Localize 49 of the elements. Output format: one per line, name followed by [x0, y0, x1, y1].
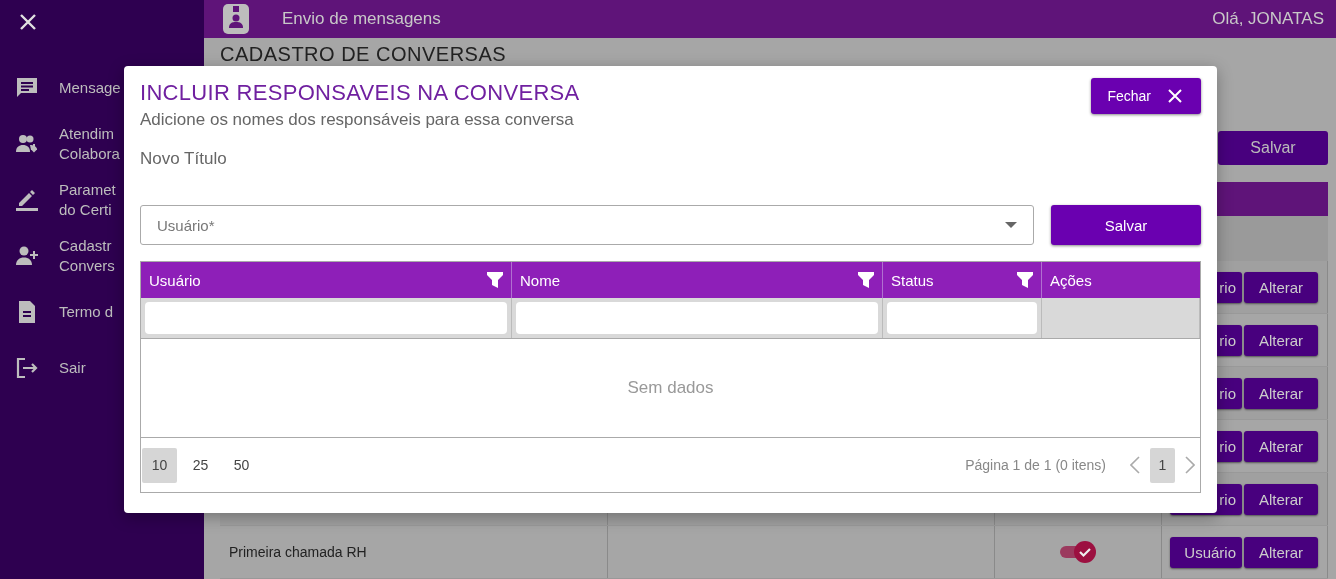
sidebar-item[interactable]: Atendim Colabora: [59, 124, 120, 164]
page-button[interactable]: 1: [1150, 447, 1175, 483]
empty-message: Sem dados: [627, 378, 714, 398]
pencil-icon: [15, 188, 39, 212]
page-title: CADASTRO DE CONVERSAS: [220, 43, 508, 65]
logout-icon: [15, 356, 39, 380]
close-icon: [1167, 88, 1183, 104]
row-action-button[interactable]: Alterar: [1244, 377, 1318, 409]
filter-field[interactable]: [145, 302, 507, 334]
close-icon[interactable]: [18, 12, 38, 32]
app-title: Envio de mensagens: [282, 9, 441, 29]
user-greeting: Olá, JONATAS: [1212, 9, 1324, 29]
column-header[interactable]: Nome: [520, 271, 560, 289]
filter-icon[interactable]: [1017, 272, 1033, 288]
row-action-button[interactable]: Alterar: [1244, 271, 1318, 303]
row-action-button[interactable]: Alterar: [1244, 430, 1318, 462]
save-button[interactable]: Salvar: [1218, 131, 1328, 165]
row-action-button[interactable]: Alterar: [1244, 483, 1318, 515]
sidebar-item[interactable]: Termo d: [59, 302, 114, 322]
row-action-button[interactable]: Usuário: [1170, 536, 1242, 568]
conversation-title: Novo Título: [140, 149, 228, 169]
filter-icon[interactable]: [858, 272, 874, 288]
page-size-option[interactable]: 50: [224, 447, 259, 483]
save-button[interactable]: Salvar: [1051, 205, 1201, 245]
sidebar-item[interactable]: Mensage: [59, 78, 121, 98]
filter-icon[interactable]: [487, 272, 503, 288]
sidebar-item[interactable]: Cadastr Convers: [59, 236, 115, 276]
dialog-subtitle: Adicione os nomes dos responsáveis para essa conversa: [140, 110, 575, 130]
sidebar-item[interactable]: Sair: [59, 358, 86, 378]
filter-field[interactable]: [516, 302, 878, 334]
page-size-option[interactable]: 25: [183, 447, 218, 483]
page-size-option[interactable]: 10: [142, 447, 177, 483]
table-cell: Primeira chamada RH: [229, 544, 367, 560]
column-header[interactable]: Ações: [1050, 271, 1092, 289]
column-header[interactable]: Usuário: [149, 271, 201, 289]
column-header[interactable]: Status: [891, 271, 934, 289]
page-info: Página 1 de 1 (0 itens): [965, 457, 1106, 473]
badge-icon: [220, 4, 252, 34]
dialog-title: INCLUIR RESPONSAVEIS NA CONVERSA: [140, 80, 581, 106]
toggle-switch[interactable]: [1060, 541, 1096, 563]
chat-icon: [15, 76, 39, 100]
row-action-button[interactable]: Alterar: [1244, 536, 1318, 568]
close-button[interactable]: Fechar: [1091, 78, 1201, 114]
row-action-button[interactable]: Alterar: [1244, 324, 1318, 356]
user-select[interactable]: Usuário*: [140, 205, 1034, 245]
user-plus-icon: [15, 244, 39, 268]
sidebar-item[interactable]: Paramet do Certi: [59, 180, 116, 220]
dropdown-caret-icon: [1005, 222, 1017, 228]
filter-field[interactable]: [887, 302, 1037, 334]
